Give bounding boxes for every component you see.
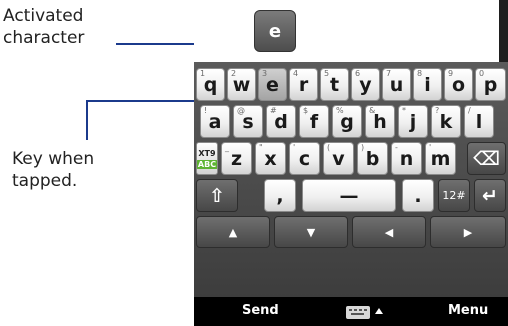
key-d[interactable]: # d bbox=[266, 105, 296, 138]
device-screen: 1q 2w 3e 4r 5t 6y 7u 8i 9o 0p ! a @ s # d $… bbox=[194, 0, 508, 326]
key-v[interactable]: (v bbox=[323, 142, 354, 175]
key-x[interactable]: " x bbox=[255, 142, 286, 175]
key-c[interactable]: ' c bbox=[289, 142, 320, 175]
arrow-down-key[interactable]: ▼ bbox=[274, 216, 348, 248]
input-panel-toggle-icon[interactable] bbox=[344, 301, 388, 321]
backspace-key[interactable]: ⌫ bbox=[467, 142, 506, 175]
backspace-icon: ⌫ bbox=[473, 147, 500, 170]
abc-label: ABC bbox=[197, 159, 217, 169]
key-i[interactable]: 8i bbox=[413, 68, 442, 101]
arrow-up-key[interactable]: ▲ bbox=[196, 216, 270, 248]
xt9-label: XT9 bbox=[198, 148, 216, 158]
key-h[interactable]: & h bbox=[365, 105, 395, 138]
key-f[interactable]: $ f bbox=[299, 105, 329, 138]
shift-icon: ⇧ bbox=[209, 184, 225, 207]
key-z[interactable]: _ z bbox=[221, 142, 252, 175]
key-n[interactable]: -n bbox=[391, 142, 422, 175]
key-p[interactable]: 0p bbox=[475, 68, 506, 101]
arrow-left-key[interactable]: ◀ bbox=[352, 216, 426, 248]
scroll-bar[interactable] bbox=[499, 0, 508, 62]
enter-key[interactable]: ↵ bbox=[474, 179, 506, 212]
key-b[interactable]: ) b bbox=[357, 142, 388, 175]
key-r[interactable]: 4r bbox=[289, 68, 318, 101]
annotation-line-2: character bbox=[3, 28, 85, 48]
key-l[interactable]: / l bbox=[464, 105, 494, 138]
arrow-right-key[interactable]: ▶ bbox=[430, 216, 506, 248]
arrow-right-icon: ▶ bbox=[463, 225, 473, 239]
key-leader-vertical bbox=[86, 100, 88, 140]
arrow-down-icon: ▼ bbox=[306, 225, 316, 239]
space-icon: — bbox=[339, 184, 359, 207]
activated-character-popup: e bbox=[254, 10, 296, 52]
key-k[interactable]: ? k bbox=[431, 105, 461, 138]
enter-icon: ↵ bbox=[482, 184, 498, 207]
menu-softkey[interactable]: Menu bbox=[448, 303, 488, 318]
key-u[interactable]: 7u bbox=[382, 68, 411, 101]
key-g[interactable]: % g bbox=[332, 105, 362, 138]
key-s[interactable]: @ s bbox=[233, 105, 263, 138]
send-softkey[interactable]: Send bbox=[242, 303, 279, 318]
period-key[interactable]: . bbox=[402, 179, 434, 212]
xt9-toggle-key[interactable]: XT9 ABC bbox=[196, 142, 218, 175]
softkey-bar: Send Menu bbox=[194, 297, 508, 326]
annotation-line-1: Activated bbox=[3, 6, 84, 26]
key-t[interactable]: 5t bbox=[320, 68, 349, 101]
key-a[interactable]: ! a bbox=[200, 105, 230, 138]
popup-character: e bbox=[268, 20, 282, 42]
qwerty-keyboard: 1q 2w 3e 4r 5t 6y 7u 8i 9o 0p ! a @ s # d $… bbox=[194, 62, 508, 297]
key-o[interactable]: 9o bbox=[444, 68, 473, 101]
key-j[interactable]: * j bbox=[398, 105, 428, 138]
comma-key[interactable]: , bbox=[264, 179, 296, 212]
activated-character-annotation: Activated character bbox=[3, 5, 84, 49]
key-m[interactable]: ' m bbox=[425, 142, 456, 175]
numeric-toggle-key[interactable]: 12# bbox=[438, 179, 470, 212]
arrow-left-icon: ◀ bbox=[384, 225, 394, 239]
key-w[interactable]: 2w bbox=[227, 68, 256, 101]
arrow-up-icon: ▲ bbox=[228, 225, 238, 239]
annotation-line-2: tapped. bbox=[12, 171, 78, 191]
key-y[interactable]: 6y bbox=[351, 68, 380, 101]
key-q[interactable]: 1q bbox=[196, 68, 225, 101]
annotation-line-1: Key when bbox=[12, 149, 95, 169]
key-tapped-annotation: Key when tapped. bbox=[12, 148, 94, 192]
text-input-area[interactable] bbox=[194, 0, 508, 63]
space-key[interactable]: — bbox=[302, 179, 396, 212]
key-e-pressed[interactable]: 3e bbox=[258, 68, 287, 101]
shift-key[interactable]: ⇧ bbox=[196, 179, 238, 212]
